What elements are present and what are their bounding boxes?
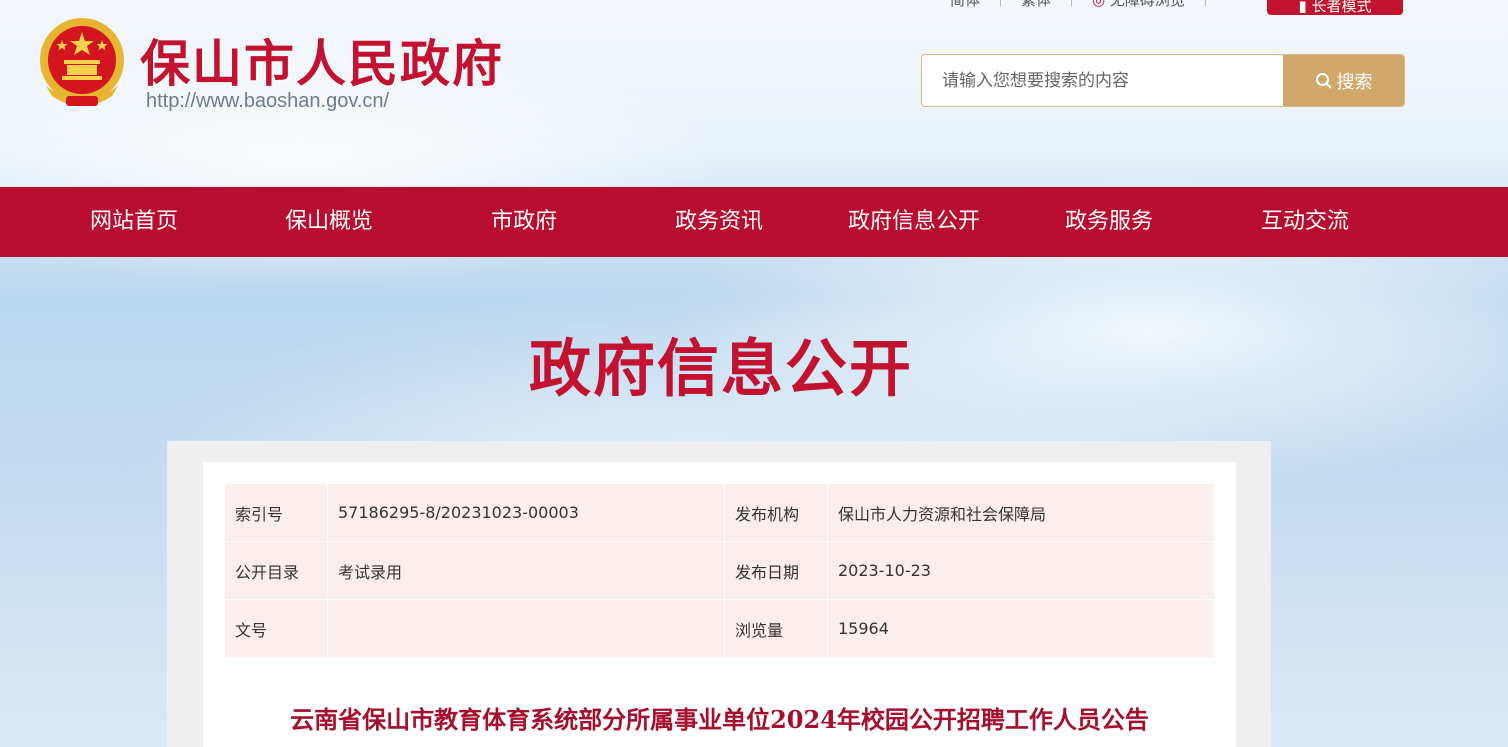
search-box: 搜索: [921, 54, 1405, 107]
index-label: 索引号: [224, 483, 328, 542]
link-accessibility[interactable]: ◎ 无障碍浏览: [1072, 0, 1205, 10]
metadata-table: 索引号 57186295-8/20231023-00003 发布机构 保山市人力…: [224, 483, 1215, 658]
search-button-label: 搜索: [1336, 71, 1373, 93]
link-simplified[interactable]: 简体: [930, 0, 1000, 10]
elder-mode-label: 长者模式: [1311, 0, 1372, 15]
date-label: 发布日期: [724, 541, 828, 600]
link-traditional[interactable]: 繁体: [1001, 0, 1071, 10]
views-label: 浏览量: [724, 599, 828, 658]
site-title[interactable]: 保山市人民政府: [140, 24, 504, 96]
views-value: 15964: [827, 599, 1215, 658]
docno-value: [327, 599, 725, 658]
nav-item-interaction[interactable]: 互动交流: [1207, 187, 1403, 257]
top-links: 简体 繁体 ◎ 无障碍浏览: [930, 0, 1206, 10]
national-emblem-icon: [40, 18, 124, 106]
table-row: 文号 浏览量 15964: [224, 599, 1215, 658]
nav-item-info-disclosure[interactable]: 政府信息公开: [816, 187, 1012, 257]
search-icon: [1315, 72, 1332, 89]
site-url: http://www.baoshan.gov.cn/: [146, 90, 390, 112]
accessibility-icon: ◎: [1092, 0, 1105, 9]
search-button[interactable]: 搜索: [1283, 55, 1404, 106]
nav-item-services[interactable]: 政务服务: [1011, 187, 1207, 257]
index-value: 57186295-8/20231023-00003: [327, 483, 725, 542]
docno-label: 文号: [224, 599, 328, 658]
date-value: 2023-10-23: [827, 541, 1215, 600]
link-accessibility-label: 无障碍浏览: [1110, 0, 1185, 9]
publisher-value: 保山市人力资源和社会保障局: [827, 483, 1215, 542]
table-row: 公开目录 考试录用 发布日期 2023-10-23: [224, 541, 1215, 600]
nav-item-news[interactable]: 政务资讯: [621, 187, 817, 257]
elder-icon: ▮: [1298, 0, 1307, 15]
search-input[interactable]: [922, 55, 1282, 106]
nav-item-government[interactable]: 市政府: [426, 187, 622, 257]
elder-mode-button[interactable]: ▮ 长者模式: [1267, 0, 1403, 15]
divider: [1204, 0, 1206, 6]
nav-item-overview[interactable]: 保山概览: [231, 187, 427, 257]
document-title: 云南省保山市教育体育系统部分所属事业单位2024年校园公开招聘工作人员公告: [290, 705, 1149, 734]
main-nav: 网站首页 保山概览 市政府 政务资讯 政府信息公开 政务服务 互动交流: [0, 187, 1508, 257]
catalog-value: 考试录用: [327, 541, 725, 600]
table-row: 索引号 57186295-8/20231023-00003 发布机构 保山市人力…: [224, 483, 1215, 542]
publisher-label: 发布机构: [724, 483, 828, 542]
nav-item-home[interactable]: 网站首页: [36, 187, 232, 257]
section-title: 政府信息公开: [528, 332, 913, 405]
catalog-label: 公开目录: [224, 541, 328, 600]
